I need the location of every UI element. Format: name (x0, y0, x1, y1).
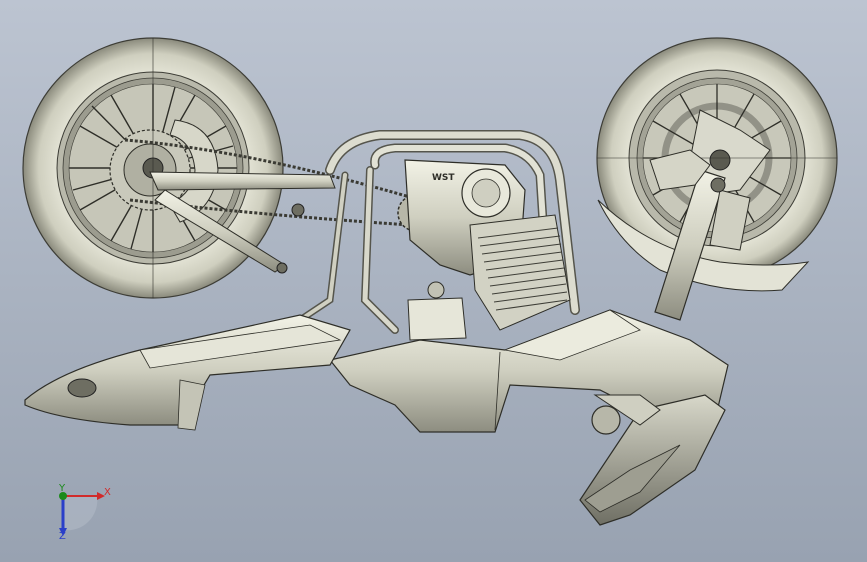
exhaust (24, 314, 351, 431)
rear-wheel (22, 37, 284, 299)
engine-badge-text: WST (432, 173, 455, 183)
motorcycle-model[interactable]: WST (0, 0, 867, 562)
front-fairing (579, 394, 726, 526)
x-axis-label: X (104, 487, 111, 498)
graphics-viewport[interactable]: WST X Y Z (0, 0, 867, 562)
y-axis-label: Y (59, 483, 66, 494)
front-wheel (596, 37, 838, 292)
z-axis-label: Z (59, 531, 66, 542)
